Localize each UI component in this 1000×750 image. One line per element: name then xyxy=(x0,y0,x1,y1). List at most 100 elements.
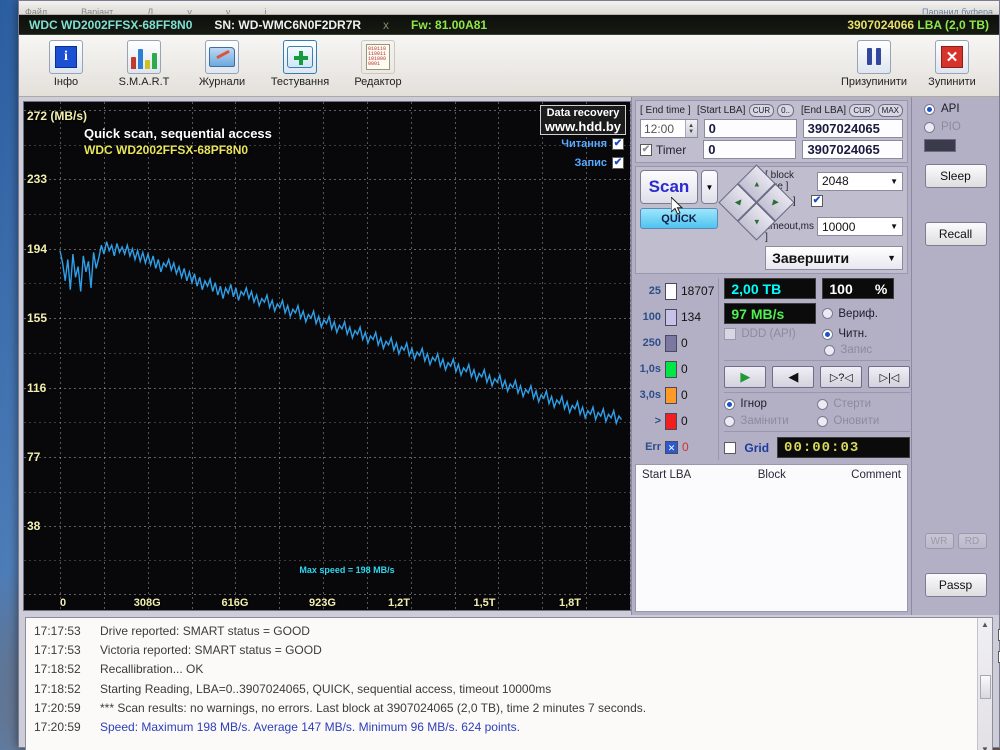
end-time-label: [ End time ] xyxy=(640,105,691,116)
start-lba-input[interactable]: 0 xyxy=(703,119,797,138)
query-icon: ▷?◁ xyxy=(829,371,853,384)
log-entries-list[interactable]: 17:17:53 Drive reported: SMART status = G… xyxy=(26,618,977,750)
rd-button[interactable]: RD xyxy=(957,533,987,549)
read-mode-radio[interactable] xyxy=(822,328,834,340)
graph-y-tick: 155 xyxy=(27,311,48,326)
legend-threshold: 100 xyxy=(642,311,661,323)
graph-title: Quick scan, sequential access xyxy=(84,126,272,141)
log-entry[interactable]: 17:17:53 Victoria reported: SMART status … xyxy=(34,641,977,660)
speed-graph[interactable]: 272 (MB/s) 233 194 155 116 77 38 0 308G 616G 923G… xyxy=(23,101,631,611)
read-checkbox-row[interactable]: Читання ✔ xyxy=(561,138,624,150)
menu-item-0[interactable]: Файл xyxy=(25,7,47,14)
grid-checkbox[interactable] xyxy=(724,441,737,454)
progress-display: 100 % xyxy=(822,278,895,299)
end-lba-current: 3907024065 xyxy=(802,140,903,159)
log-scrollbar[interactable]: ▲ ▼ xyxy=(977,618,992,750)
menu-item-3[interactable]: у xyxy=(187,7,192,14)
scroll-up-arrow[interactable]: ▲ xyxy=(981,620,989,629)
drive-capacity: (2,0 TB) xyxy=(944,17,989,32)
scan-button[interactable]: Scan xyxy=(640,170,698,204)
menu-item-1[interactable]: Варіант xyxy=(81,7,113,14)
toolbar-button-testing[interactable]: Тестування xyxy=(261,37,339,95)
toolbar-label-logs: Журнали xyxy=(198,75,246,88)
ddd-checkbox[interactable] xyxy=(724,328,737,340)
toolbar-button-pause[interactable]: Призупинити xyxy=(835,37,913,95)
scroll-thumb[interactable] xyxy=(979,675,991,699)
read-checkbox[interactable]: ✔ xyxy=(612,138,624,150)
pio-radio[interactable] xyxy=(924,121,935,133)
log-entry[interactable]: 17:20:59 *** Scan results: no warnings, n… xyxy=(34,699,977,718)
nav-back-button[interactable]: ◀ xyxy=(772,366,815,388)
scroll-down-arrow[interactable]: ▼ xyxy=(981,745,989,750)
menu-bar[interactable]: Файл Варіант Д у у і Паранид буфера xyxy=(19,1,999,15)
block-size-select[interactable]: 2048 ▼ xyxy=(817,171,903,191)
recall-button[interactable]: Recall xyxy=(924,222,987,246)
start-lba-zero-button[interactable]: 0.. xyxy=(777,104,795,117)
log-timestamp: 17:17:53 xyxy=(34,643,81,658)
main-toolbar: i Інфо S.M.A.R.T Журнали Тестування 0101… xyxy=(19,35,999,97)
end-time-input[interactable]: 12:00 ▲ ▼ xyxy=(640,119,698,138)
log-panel: 17:17:53 Drive reported: SMART status = G… xyxy=(25,617,1000,750)
timeout-select[interactable]: 10000 ▼ xyxy=(817,217,903,236)
nav-end-button[interactable]: ▷|◁ xyxy=(868,366,911,388)
graph-x-tick: 616G xyxy=(221,597,249,609)
ignore-radio[interactable] xyxy=(724,398,736,410)
scan-dropdown-button[interactable]: ▼ xyxy=(701,170,718,204)
log-entry[interactable]: 17:18:52 Recallibration... OK xyxy=(34,660,977,679)
data-recovery-badge[interactable]: Data recovery www.hdd.by xyxy=(539,105,626,135)
end-icon: ▷|◁ xyxy=(879,371,900,384)
replace-radio[interactable] xyxy=(724,415,736,427)
finish-label: Завершити xyxy=(772,250,850,266)
menu-buffer-option[interactable]: Паранид буфера xyxy=(922,7,993,14)
write-checkbox-row[interactable]: Запис ✔ xyxy=(574,157,624,169)
legend-count: 0 xyxy=(681,336,688,350)
menu-item-4[interactable]: у xyxy=(226,7,231,14)
toolbar-button-stop[interactable]: ✕ Зупинити xyxy=(913,37,991,95)
end-lba-max-button[interactable]: MAX xyxy=(877,104,904,117)
api-radio[interactable] xyxy=(924,103,935,115)
toolbar-label-stop: Зупинити xyxy=(928,75,976,88)
end-lba-input[interactable]: 3907024065 xyxy=(802,119,903,138)
quick-button[interactable]: QUICK xyxy=(640,208,718,229)
menu-item-5[interactable]: і xyxy=(264,7,266,14)
timer-checkbox[interactable]: ✔ xyxy=(640,143,652,156)
toolbar-label-info: Інфо xyxy=(53,75,79,88)
menu-item-2[interactable]: Д xyxy=(147,7,153,14)
toolbar-button-logs[interactable]: Журнали xyxy=(183,37,261,95)
log-message: *** Scan results: no warnings, no errors… xyxy=(100,700,647,715)
drive-x-marker: x xyxy=(383,17,390,32)
toolbar-button-info[interactable]: i Інфо xyxy=(27,37,105,95)
nav-play-button[interactable]: ▶ xyxy=(724,366,767,388)
refresh-radio[interactable] xyxy=(817,415,829,427)
graph-y-tick: 77 xyxy=(27,449,41,464)
legend-swatch: ✕ xyxy=(665,440,678,454)
log-entry[interactable]: 17:20:59 Speed: Maximum 198 MB/s. Average… xyxy=(34,718,977,737)
end-lba-cur-button[interactable]: CUR xyxy=(849,104,875,117)
auto-checkbox[interactable]: ✔ xyxy=(811,195,823,207)
erase-radio[interactable] xyxy=(817,398,829,410)
log-entry[interactable]: 17:18:52 Starting Reading, LBA=0..3907024… xyxy=(34,680,977,699)
toolbar-button-editor[interactable]: 010110 110011 101000 0001 Редактор xyxy=(339,37,417,95)
end-time-value: 12:00 xyxy=(644,121,675,136)
timer-label: Timer xyxy=(656,142,687,157)
finish-action-select[interactable]: Завершити ▼ xyxy=(765,246,903,270)
nav-query-button[interactable]: ▷?◁ xyxy=(820,366,863,388)
sleep-button[interactable]: Sleep xyxy=(924,164,987,188)
end-time-spinner[interactable]: ▲ ▼ xyxy=(684,120,697,137)
log-entry[interactable]: 17:17:53 Drive reported: SMART status = G… xyxy=(34,622,977,641)
speed-display: 97 MB/s xyxy=(724,303,817,324)
legend-count: 0 xyxy=(682,440,689,454)
write-mode-radio[interactable] xyxy=(824,344,836,356)
drive-lba-unit: LBA xyxy=(917,17,942,32)
write-checkbox[interactable]: ✔ xyxy=(612,157,624,169)
verify-radio[interactable] xyxy=(822,308,834,319)
block-size-value: 2048 xyxy=(822,174,849,188)
legend-swatch xyxy=(665,308,677,326)
wr-button[interactable]: WR xyxy=(924,533,954,549)
defect-table[interactable]: Start LBA Block Comment xyxy=(635,464,908,612)
start-lba-cur-button[interactable]: CUR xyxy=(748,104,775,117)
toolbar-button-smart[interactable]: S.M.A.R.T xyxy=(105,37,183,95)
graph-x-tick: 308G xyxy=(133,597,161,609)
navigation-dpad[interactable]: ▲ ◀ ▶ ▼ xyxy=(718,164,795,241)
passport-button[interactable]: Passp xyxy=(924,573,987,597)
